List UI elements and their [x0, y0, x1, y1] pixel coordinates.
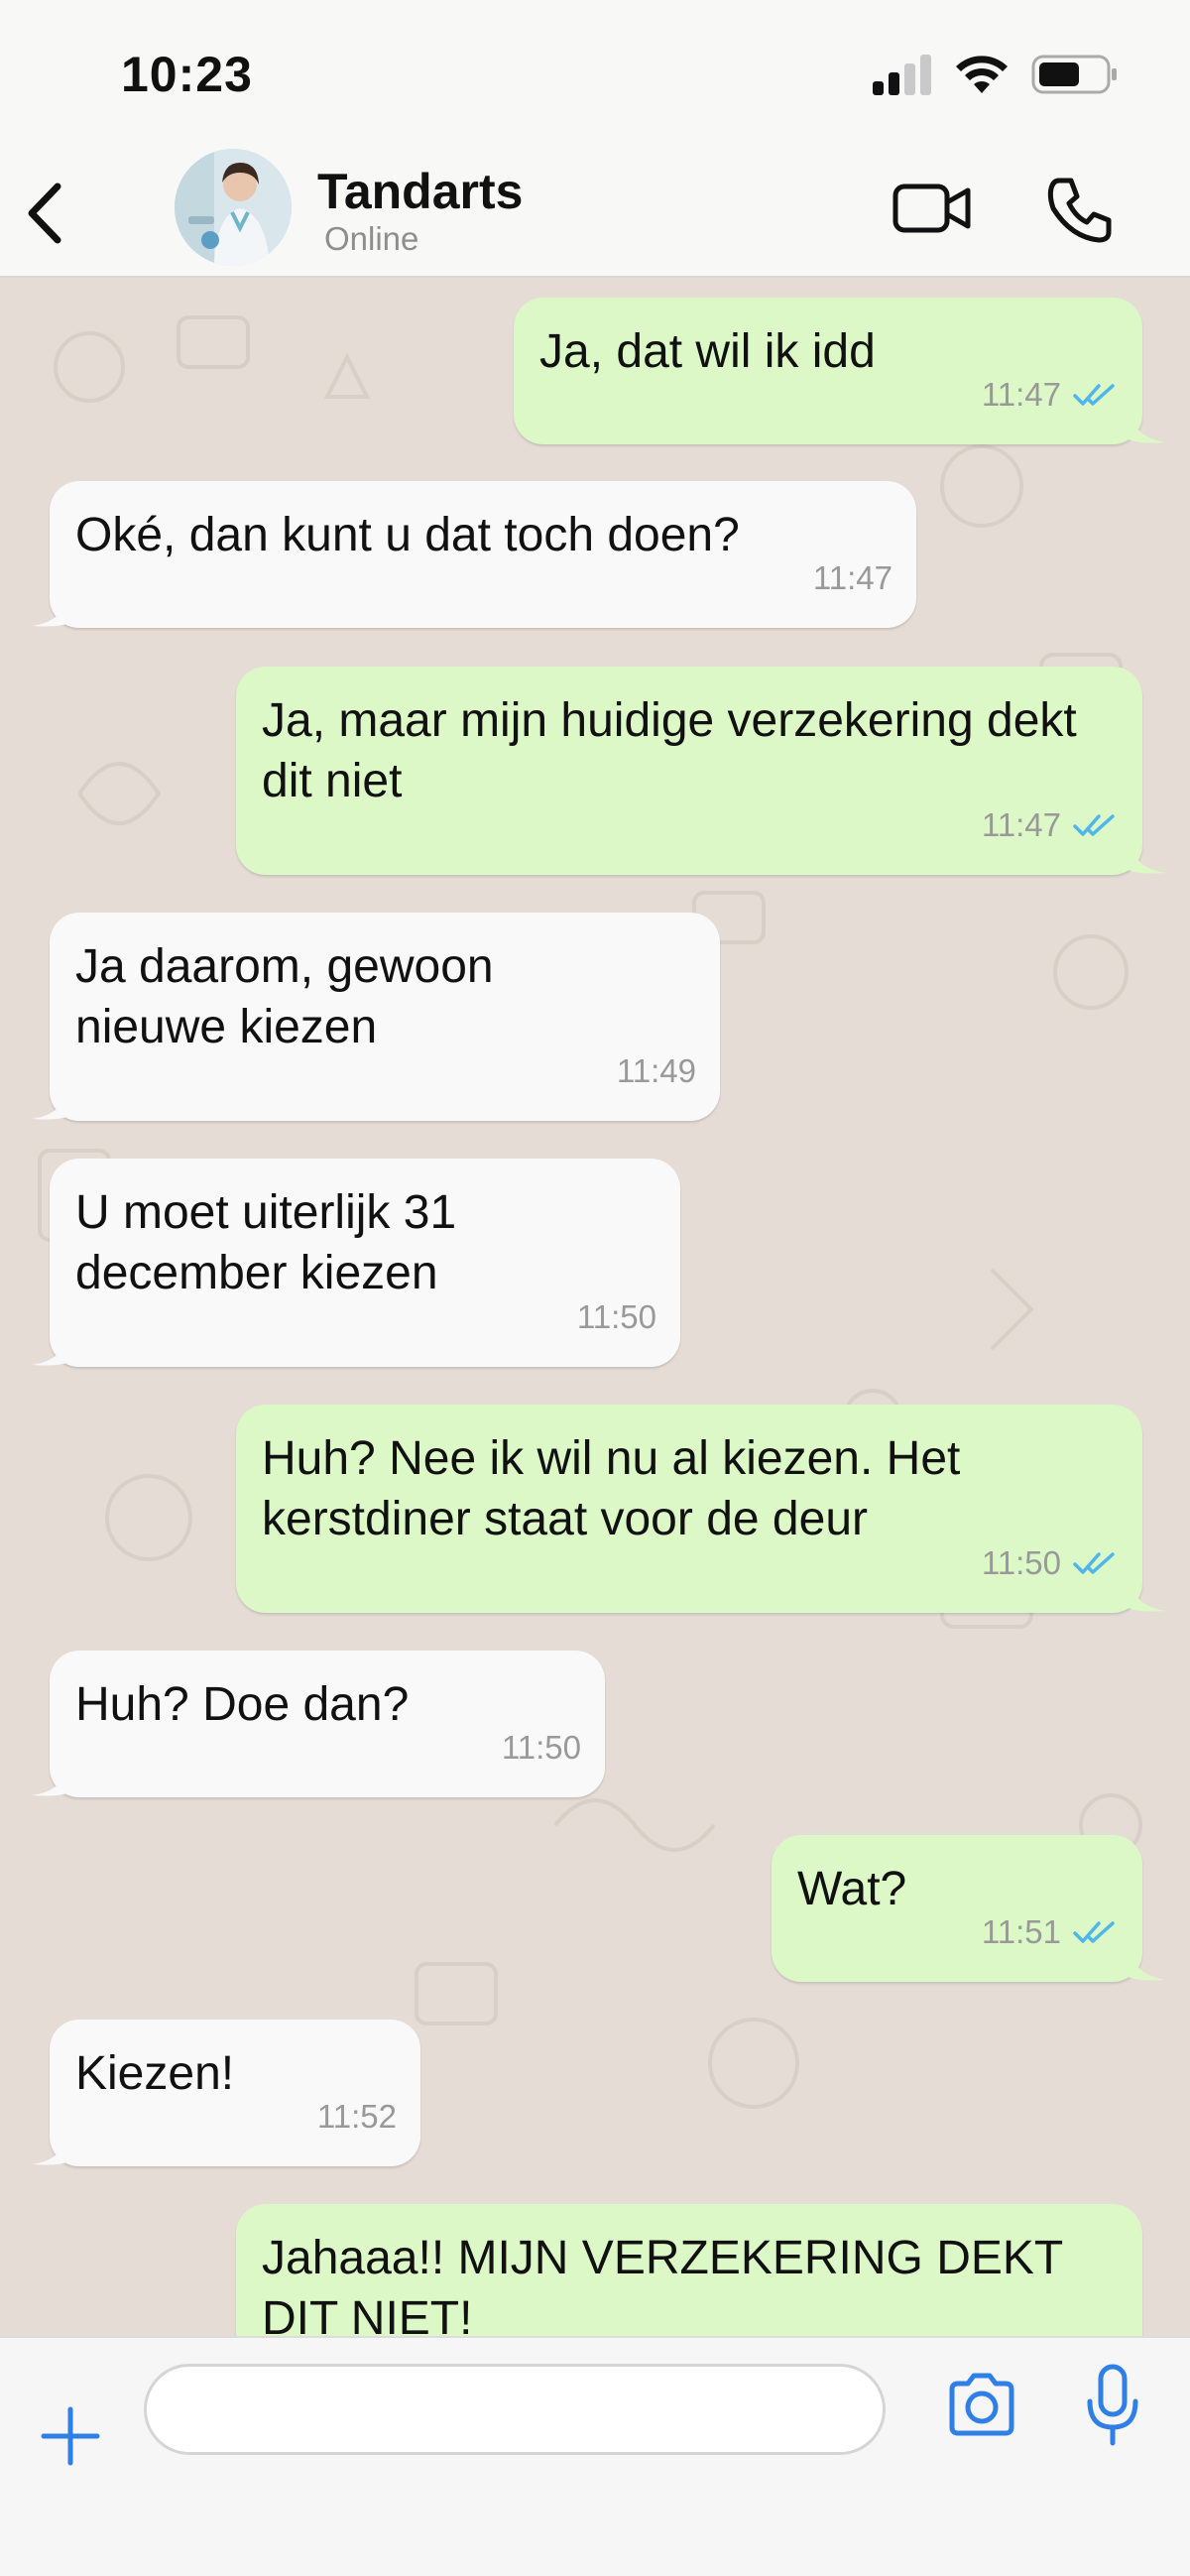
message-outgoing[interactable]: Huh? Nee ik wil nu al kiezen. Het kerstd… — [236, 1405, 1166, 1613]
video-camera-icon[interactable] — [892, 179, 972, 238]
message-text: Huh? Nee ik wil nu al kiezen. Het kerstd… — [262, 1432, 961, 1545]
status-icons — [871, 54, 1119, 95]
message-meta: 11:50 — [982, 1533, 1119, 1593]
bubble-tail — [1127, 409, 1166, 443]
message-incoming[interactable]: Ja daarom, gewoon nieuwe kiezen 11:49 — [32, 913, 720, 1121]
message-time: 11:47 — [981, 376, 1061, 413]
composer — [0, 2336, 1190, 2576]
avatar[interactable] — [175, 149, 292, 266]
battery-icon — [1031, 55, 1117, 94]
message-text: Oké, dan kunt u dat toch doen? — [75, 509, 740, 561]
bubble-tail — [32, 2131, 71, 2165]
message-text: Jahaaa!! MIJN VERZEKERING DEKT DIT NIET! — [262, 2232, 1063, 2336]
message-time: 11:49 — [616, 1052, 696, 1089]
message-time: 11:50 — [501, 1729, 581, 1766]
bubble-tail — [32, 1085, 71, 1120]
message-input[interactable] — [144, 2364, 886, 2455]
status-time: 10:23 — [121, 47, 253, 102]
status-bar: 10:23 — [0, 0, 1190, 149]
bubble-tail — [1127, 1946, 1166, 1981]
bubble-tail — [1127, 839, 1166, 874]
bubble-tail — [1127, 1577, 1166, 1612]
message-text: Ja, maar mijn huidige verzekering dekt d… — [262, 694, 1077, 807]
microphone-icon[interactable] — [1085, 2364, 1140, 2447]
message-time: 11:50 — [981, 1544, 1061, 1581]
message-outgoing[interactable]: Ja, dat wil ik idd 11:47 — [514, 298, 1166, 444]
message-meta: 11:47 — [813, 548, 892, 608]
contact-name[interactable]: Tandarts — [317, 163, 523, 220]
message-time: 11:50 — [576, 1298, 656, 1335]
message-meta: 11:47 — [982, 364, 1119, 425]
phone-icon[interactable] — [1045, 175, 1115, 244]
message-time: 11:47 — [812, 559, 892, 596]
bubble-tail — [32, 1762, 71, 1796]
contact-status: Online — [324, 220, 419, 257]
chat-area[interactable]: Ja, dat wil ik idd 11:47 Oké, dan kunt u… — [0, 278, 1190, 2336]
message-meta: 11:50 — [502, 1717, 581, 1778]
plus-icon[interactable] — [38, 2403, 103, 2469]
wifi-icon — [956, 56, 1008, 93]
message-outgoing[interactable]: Jahaaa!! MIJN VERZEKERING DEKT DIT NIET! — [236, 2204, 1142, 2336]
chevron-left-icon[interactable] — [18, 179, 77, 248]
message-meta: 11:47 — [982, 795, 1119, 855]
message-meta: 11:49 — [617, 1041, 696, 1101]
message-text: Ja daarom, gewoon nieuwe kiezen — [75, 940, 494, 1053]
message-meta: 11:50 — [577, 1287, 656, 1347]
double-check-icon — [1073, 383, 1115, 406]
message-incoming[interactable]: U moet uiterlijk 31 december kiezen 11:5… — [32, 1159, 680, 1367]
chat-header: Tandarts Online — [0, 149, 1190, 278]
message-incoming[interactable]: Huh? Doe dan? 11:50 — [32, 1651, 605, 1797]
cellular-signal-icon — [873, 55, 931, 95]
message-outgoing[interactable]: Ja, maar mijn huidige verzekering dekt d… — [236, 667, 1166, 875]
message-outgoing[interactable]: Wat? 11:51 — [772, 1835, 1166, 1982]
message-text: U moet uiterlijk 31 december kiezen — [75, 1186, 457, 1299]
message-time: 11:52 — [316, 2098, 397, 2135]
bubble-tail — [32, 1331, 71, 1366]
camera-icon[interactable] — [946, 2372, 1017, 2437]
message-incoming[interactable]: Oké, dan kunt u dat toch doen? 11:47 — [32, 481, 916, 628]
message-meta: 11:52 — [317, 2086, 397, 2147]
message-time: 11:51 — [981, 1913, 1061, 1950]
bubble-tail — [32, 592, 71, 627]
message-incoming[interactable]: Kiezen! 11:52 — [32, 2020, 420, 2166]
contact-photo — [175, 149, 292, 266]
message-meta: 11:51 — [982, 1901, 1119, 1962]
double-check-icon — [1073, 813, 1115, 836]
message-time: 11:47 — [981, 806, 1061, 843]
double-check-icon — [1073, 1920, 1115, 1943]
double-check-icon — [1073, 1551, 1115, 1574]
